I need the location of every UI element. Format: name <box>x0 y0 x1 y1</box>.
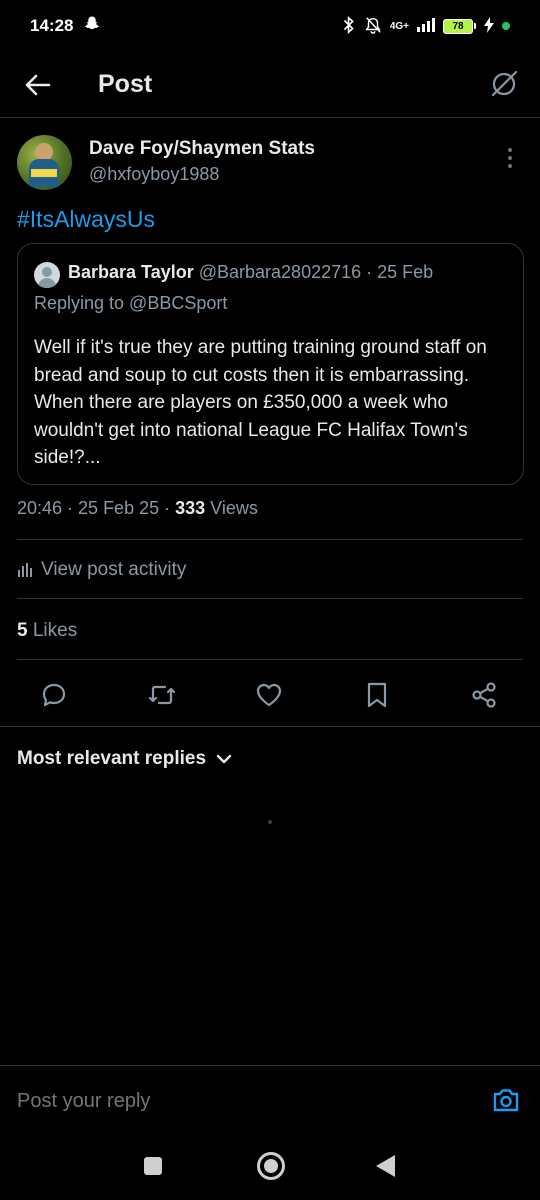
quote-author-handle: @Barbara28022716 · 25 Feb <box>198 262 434 282</box>
author-row: Dave Foy/Shaymen Stats @hxfoyboy1988 <box>0 118 540 202</box>
post: Dave Foy/Shaymen Stats @hxfoyboy1988 #It… <box>0 118 540 769</box>
quoted-post[interactable]: Barbara Taylor @Barbara28022716 · 25 Feb… <box>17 243 524 485</box>
quote-text: Well if it's true they are putting train… <box>34 337 487 468</box>
divider <box>17 659 523 660</box>
avatar[interactable] <box>17 135 72 190</box>
camera-button[interactable] <box>490 1084 522 1116</box>
snapchat-icon <box>83 15 101 38</box>
post-timestamp: 20:46 · 25 Feb 25 · <box>17 498 176 518</box>
likes-link[interactable]: 5 Likes <box>17 620 77 642</box>
bar-chart-icon <box>18 563 32 577</box>
privacy-indicator <box>502 22 510 30</box>
quote-header: Barbara Taylor @Barbara28022716 · 25 Feb <box>68 262 433 283</box>
author-handle[interactable]: @hxfoyboy1988 <box>89 164 219 185</box>
page-title: Post <box>98 70 153 98</box>
battery-icon: 78 <box>443 18 476 34</box>
post-meta: 20:46 · 25 Feb 25 · 333 Views <box>17 498 258 519</box>
likes-count: 5 <box>17 620 28 641</box>
quote-author-name: Barbara Taylor <box>68 262 194 282</box>
grok-button[interactable] <box>486 66 522 102</box>
views-count: 333 <box>175 498 206 518</box>
status-right: 4G+ 78 <box>342 15 510 37</box>
replies-sort-dropdown[interactable]: Most relevant replies <box>17 748 232 770</box>
hashtag-link[interactable]: #ItsAlwaysUs <box>17 206 155 233</box>
reply-button[interactable] <box>38 679 70 711</box>
system-nav-bar <box>0 1131 540 1200</box>
status-time: 14:28 <box>30 16 74 35</box>
repost-button[interactable] <box>146 679 178 711</box>
mute-icon <box>364 16 382 37</box>
reply-bar: Post your reply <box>0 1065 540 1131</box>
activity-label: View post activity <box>41 559 187 580</box>
sort-label: Most relevant replies <box>17 748 207 769</box>
quote-replying-to: Replying to @BBCSport <box>34 293 228 313</box>
chevron-down-icon <box>216 754 232 764</box>
action-bar <box>0 661 540 727</box>
like-button[interactable] <box>253 679 285 711</box>
network-label: 4G+ <box>389 20 409 32</box>
more-icon[interactable] <box>500 146 520 170</box>
system-back-button[interactable] <box>376 1155 395 1177</box>
author-name[interactable]: Dave Foy/Shaymen Stats <box>89 138 315 160</box>
likes-label: Likes <box>27 620 78 641</box>
charging-icon <box>484 16 494 36</box>
home-button[interactable] <box>257 1152 285 1180</box>
status-bar: 14:28 4G+ 78 <box>0 0 540 52</box>
top-header: Post <box>0 52 540 118</box>
share-icon <box>472 682 496 708</box>
divider <box>17 598 523 599</box>
quote-avatar <box>34 262 60 288</box>
status-left: 14:28 <box>30 15 101 38</box>
recents-button[interactable] <box>144 1157 162 1175</box>
loading-indicator <box>268 820 272 824</box>
bookmark-button[interactable] <box>361 679 393 711</box>
back-button[interactable] <box>18 65 58 105</box>
reply-input[interactable]: Post your reply <box>17 1090 150 1113</box>
back-arrow-icon <box>25 74 51 95</box>
camera-icon <box>493 1089 519 1112</box>
reply-icon <box>42 683 66 707</box>
bookmark-icon <box>367 682 387 708</box>
view-post-activity[interactable]: View post activity <box>17 559 186 581</box>
views-label: Views <box>205 498 258 518</box>
signal-icon <box>417 17 435 35</box>
share-button[interactable] <box>468 679 500 711</box>
battery-level: 78 <box>443 18 473 34</box>
repost-icon <box>148 685 176 705</box>
grok-icon <box>491 70 518 97</box>
like-icon <box>256 683 282 707</box>
bluetooth-icon <box>342 15 356 37</box>
divider <box>17 539 523 540</box>
